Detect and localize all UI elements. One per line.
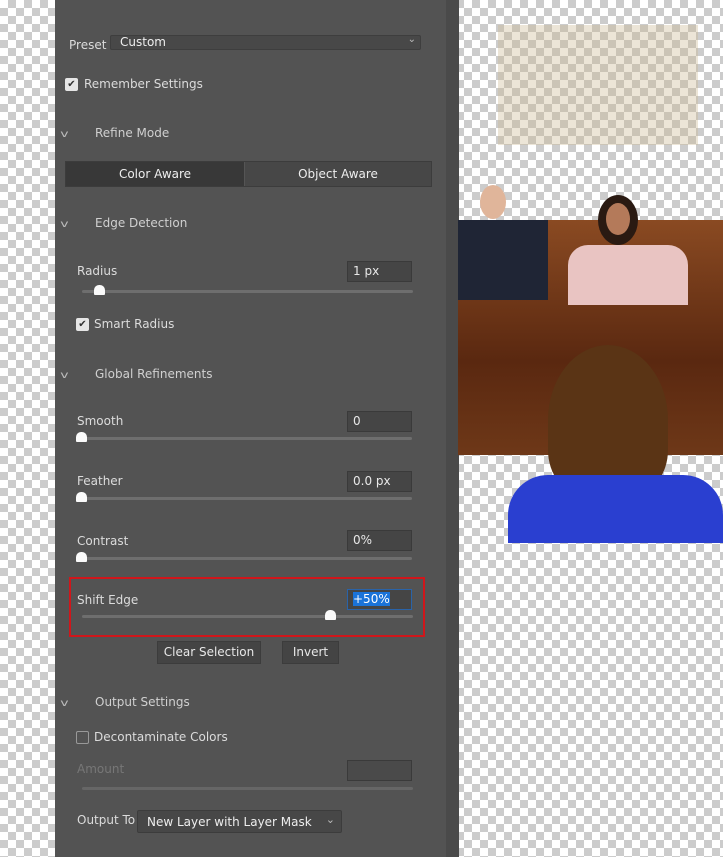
slider-thumb[interactable]	[76, 492, 87, 502]
refine-mode-toggle: Color Aware Object Aware	[65, 161, 432, 187]
object-aware-tab[interactable]: Object Aware	[245, 162, 431, 186]
decontaminate-label: Decontaminate Colors	[94, 730, 228, 744]
decontaminate-checkbox[interactable]	[76, 731, 89, 744]
clear-selection-button[interactable]: Clear Selection	[157, 641, 261, 664]
smart-radius-label: Smart Radius	[94, 317, 175, 331]
slider-thumb[interactable]	[325, 610, 337, 620]
radius-label: Radius	[77, 264, 118, 278]
amount-label: Amount	[77, 762, 125, 776]
contrast-slider[interactable]	[76, 552, 412, 562]
smooth-slider[interactable]	[76, 432, 412, 442]
chevron-down-icon: v	[60, 370, 69, 381]
remember-settings-checkbox[interactable]: ✔	[65, 78, 78, 91]
shift-edge-slider[interactable]	[82, 610, 413, 620]
preset-label: Preset	[69, 38, 107, 52]
section-title: Refine Mode	[95, 126, 170, 140]
output-to-dropdown[interactable]: New Layer with Layer Mask ⌄	[137, 810, 342, 833]
contrast-label: Contrast	[77, 534, 129, 548]
edge-detection-header[interactable]: v Edge Detection	[60, 216, 188, 230]
feather-label: Feather	[77, 474, 123, 488]
slider-thumb[interactable]	[93, 285, 105, 295]
preset-value: Custom	[120, 35, 166, 49]
chevron-down-icon: v	[60, 219, 69, 230]
smart-radius-checkbox[interactable]: ✔	[76, 318, 89, 331]
feather-input[interactable]: 0.0 px	[347, 471, 412, 492]
section-title: Global Refinements	[95, 367, 213, 381]
chevron-down-icon: ⌄	[407, 34, 416, 45]
color-aware-tab[interactable]: Color Aware	[66, 162, 245, 186]
canvas-image	[458, 25, 723, 543]
shift-edge-input[interactable]: +50%	[347, 589, 412, 610]
contrast-input[interactable]: 0%	[347, 530, 412, 551]
slider-thumb[interactable]	[76, 552, 87, 562]
global-refinements-header[interactable]: v Global Refinements	[60, 367, 213, 381]
amount-input	[347, 760, 412, 781]
section-title: Output Settings	[95, 695, 190, 709]
shift-edge-label: Shift Edge	[77, 593, 139, 607]
chevron-down-icon: v	[60, 129, 69, 140]
radius-input[interactable]: 1 px	[347, 261, 412, 282]
smooth-label: Smooth	[77, 414, 124, 428]
chevron-down-icon: v	[60, 698, 69, 709]
radius-slider[interactable]	[82, 285, 413, 295]
section-title: Edge Detection	[95, 216, 188, 230]
remember-settings-label: Remember Settings	[84, 77, 203, 91]
slider-thumb[interactable]	[76, 432, 87, 442]
invert-button[interactable]: Invert	[282, 641, 339, 664]
smooth-input[interactable]: 0	[347, 411, 412, 432]
amount-slider	[82, 787, 413, 790]
selected-value: +50%	[353, 592, 390, 606]
output-to-value: New Layer with Layer Mask	[147, 815, 312, 829]
preset-dropdown[interactable]: Custom ⌄	[110, 34, 421, 50]
refine-edge-panel: Preset Custom ⌄ ✔ Remember Settings v Ref…	[55, 0, 446, 857]
output-to-label: Output To	[77, 813, 136, 827]
output-settings-header[interactable]: v Output Settings	[60, 695, 190, 709]
feather-slider[interactable]	[76, 492, 412, 502]
refine-mode-header[interactable]: v Refine Mode	[60, 126, 170, 140]
chevron-down-icon: ⌄	[325, 813, 335, 826]
